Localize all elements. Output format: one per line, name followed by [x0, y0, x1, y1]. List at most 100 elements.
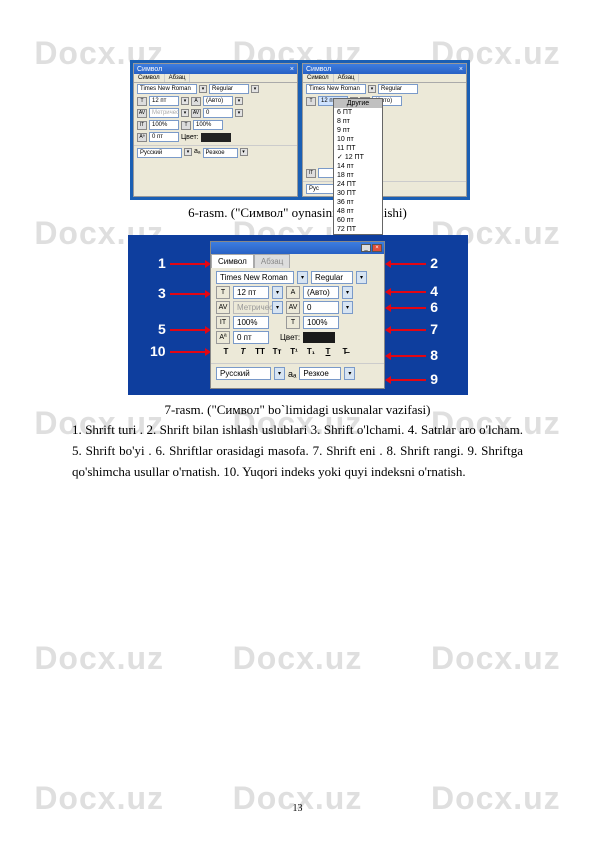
color-swatch[interactable] [201, 133, 231, 142]
chevron-down-icon[interactable]: ▾ [181, 97, 189, 105]
chevron-down-icon[interactable]: ▾ [251, 85, 259, 93]
lang-select[interactable]: Рус [306, 184, 336, 194]
leading-input[interactable]: (Авто) [203, 96, 233, 106]
aa-icon: aₐ [194, 148, 201, 158]
callout-4: 4 [430, 283, 438, 299]
chevron-down-icon[interactable]: ▾ [240, 148, 248, 156]
chevron-down-icon[interactable]: ▾ [181, 109, 189, 117]
size-option[interactable]: 60 пт [334, 216, 382, 225]
chevron-down-icon[interactable]: ▾ [297, 271, 308, 284]
chevron-down-icon[interactable]: ▾ [235, 109, 243, 117]
kerning-input[interactable]: Метричес [233, 301, 269, 314]
size-option[interactable]: 72 ПТ [334, 225, 382, 234]
size-option[interactable]: 18 пт [334, 171, 382, 180]
lang-select[interactable]: Русский [137, 148, 182, 158]
style-select[interactable]: Regular [378, 84, 418, 94]
symbol-panel-left: Символ × Символ Абзац Times New Roman ▾ … [133, 63, 298, 197]
chevron-down-icon[interactable]: ▾ [342, 286, 353, 299]
arrow-icon [391, 263, 426, 265]
underline-button[interactable]: T [321, 347, 335, 356]
tracking-input[interactable]: 0 [303, 301, 339, 314]
baseline-input[interactable]: 0 пт [149, 132, 179, 142]
panel-tabs: Символ Абзац [134, 74, 297, 83]
font-select[interactable]: Times New Roman [216, 271, 294, 284]
arrow-icon [170, 293, 205, 295]
font-select[interactable]: Times New Roman [306, 84, 366, 94]
aa-select[interactable]: Резкое [299, 367, 341, 380]
size-option[interactable]: 14 пт [334, 162, 382, 171]
subscript-button[interactable]: T₁ [304, 347, 318, 356]
chevron-down-icon[interactable]: ▾ [272, 286, 283, 299]
superscript-button[interactable]: T¹ [287, 347, 301, 356]
size-icon: T [306, 97, 316, 106]
kerning-input[interactable]: Метричес [149, 108, 179, 118]
panel-titlebar: _ × [211, 242, 384, 254]
tab-paragraph[interactable]: Абзац [334, 74, 360, 82]
size-option-selected[interactable]: ✓ 12 ПТ [334, 153, 382, 162]
chevron-down-icon[interactable]: ▾ [272, 301, 283, 314]
body-paragraph: 1. Shrift turi . 2. Shrift bilan ishlash… [72, 420, 523, 482]
chevron-down-icon[interactable]: ▾ [368, 85, 376, 93]
arrow-icon [391, 329, 426, 331]
font-select[interactable]: Times New Roman [137, 84, 197, 94]
size-option[interactable]: 11 ПТ [334, 144, 382, 153]
allcaps-button[interactable]: TT [253, 347, 267, 356]
size-option[interactable]: 30 ПТ [334, 189, 382, 198]
tab-symbol[interactable]: Символ [303, 74, 334, 82]
italic-button[interactable]: T [236, 347, 250, 356]
strikethrough-button[interactable]: T̶ [338, 347, 352, 356]
style-select[interactable]: Regular [209, 84, 249, 94]
chevron-down-icon[interactable]: ▾ [235, 97, 243, 105]
tab-paragraph[interactable]: Абзац [254, 254, 290, 268]
chevron-down-icon[interactable]: ▾ [342, 301, 353, 314]
smallcaps-button[interactable]: Tт [270, 347, 284, 356]
callout-7: 7 [430, 321, 438, 337]
callout-1: 1 [158, 255, 166, 271]
size-option[interactable]: 24 ПТ [334, 180, 382, 189]
hscale-input[interactable]: 100% [303, 316, 339, 329]
size-option[interactable]: 9 пт [334, 126, 382, 135]
baseline-icon: Aª [137, 133, 147, 142]
arrow-icon [391, 355, 426, 357]
size-option[interactable]: 48 пт [334, 207, 382, 216]
size-option[interactable]: 8 пт [334, 117, 382, 126]
aa-select[interactable]: Резкое [203, 148, 238, 158]
close-icon[interactable]: × [372, 244, 382, 252]
chevron-down-icon[interactable]: ▾ [184, 148, 192, 156]
hscale-input[interactable]: 100% [193, 120, 223, 130]
baseline-input[interactable]: 0 пт [233, 331, 269, 344]
close-icon[interactable]: × [459, 66, 463, 73]
watermark: Docx.uz [233, 640, 363, 677]
chevron-down-icon[interactable]: ▾ [199, 85, 207, 93]
callout-9: 9 [430, 371, 438, 387]
size-option[interactable]: 10 пт [334, 135, 382, 144]
bold-button[interactable]: T [219, 347, 233, 356]
panel-titlebar: Символ × [134, 64, 297, 74]
callout-5: 5 [158, 321, 166, 337]
callout-10: 10 [150, 343, 166, 359]
tracking-input[interactable]: 0 [203, 108, 233, 118]
size-dropdown-list[interactable]: Другие 6 ПТ 8 пт 9 пт 10 пт 11 ПТ ✓ 12 П… [333, 98, 383, 235]
tracking-icon: AV [286, 301, 300, 314]
callout-8: 8 [430, 347, 438, 363]
check-icon: ✓ [337, 154, 343, 161]
size-input[interactable]: 12 пт [233, 286, 269, 299]
symbol-panel-right: Символ × Символ Абзац Times New Roman ▾ … [302, 63, 467, 197]
size-option[interactable]: 6 ПТ [334, 108, 382, 117]
tab-symbol[interactable]: Символ [134, 74, 165, 82]
chevron-down-icon[interactable]: ▾ [274, 367, 285, 380]
tab-paragraph[interactable]: Абзац [165, 74, 191, 82]
lang-select[interactable]: Русский [216, 367, 271, 380]
chevron-down-icon[interactable]: ▾ [356, 271, 367, 284]
size-input[interactable]: 12 пт [149, 96, 179, 106]
minimize-icon[interactable]: _ [361, 244, 371, 252]
style-select[interactable]: Regular [311, 271, 353, 284]
chevron-down-icon[interactable]: ▾ [344, 367, 355, 380]
vscale-input[interactable]: 100% [149, 120, 179, 130]
leading-input[interactable]: (Авто) [303, 286, 339, 299]
color-swatch[interactable] [303, 332, 335, 343]
tab-symbol[interactable]: Символ [211, 254, 254, 268]
size-option[interactable]: 36 пт [334, 198, 382, 207]
vscale-input[interactable]: 100% [233, 316, 269, 329]
close-icon[interactable]: × [290, 66, 294, 73]
